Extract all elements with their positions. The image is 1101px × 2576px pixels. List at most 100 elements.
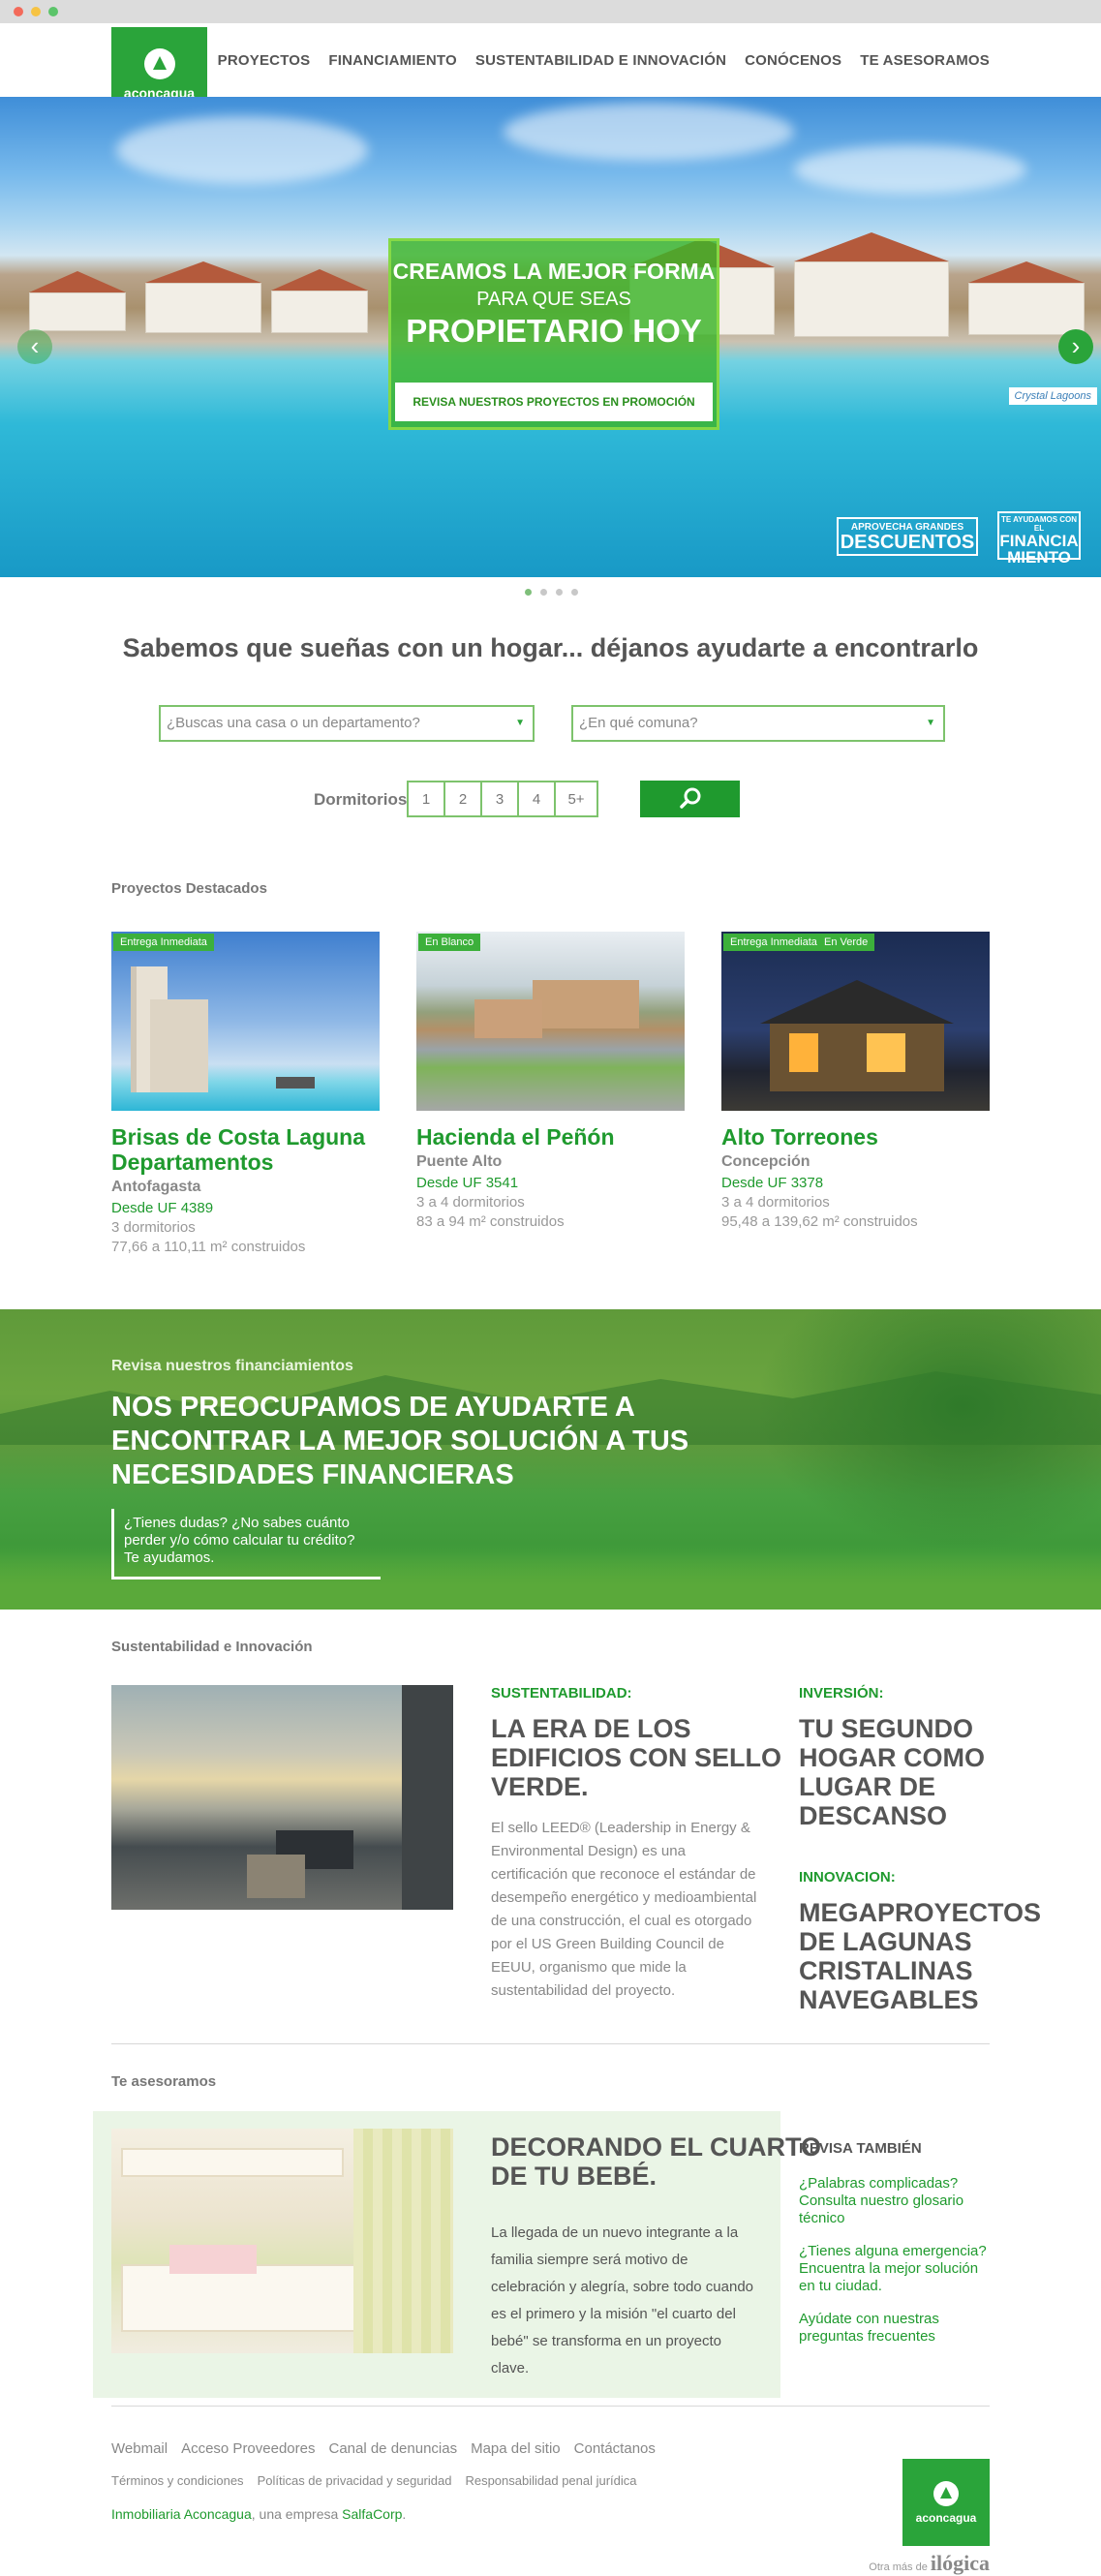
logo-mark-icon <box>933 2480 959 2506</box>
advise-headline[interactable]: DECORANDO EL CUARTO DE TU BEBÉ. <box>491 2132 821 2191</box>
bedrooms-option-2[interactable]: 2 <box>445 782 482 815</box>
tree-cluster <box>755 1309 1101 1551</box>
project-card[interactable]: Entrega Inmediata En Verde Alto Torreone… <box>721 932 990 1230</box>
commune-placeholder: ¿En qué comuna? <box>579 715 698 731</box>
footer-link-contact[interactable]: Contáctanos <box>574 2440 656 2457</box>
headline-line: DE LAGUNAS <box>799 1927 972 1956</box>
discount-badge[interactable]: APROVECHA GRANDES DESCUENTOS <box>837 517 978 556</box>
logo-mark-icon <box>143 47 175 79</box>
hero-cta-button[interactable]: REVISA NUESTROS PROYECTOS EN PROMOCIÓN <box>395 383 713 421</box>
footer-link-webmail[interactable]: Webmail <box>111 2440 168 2457</box>
commune-select[interactable]: ¿En qué comuna? ▼ <box>571 705 945 742</box>
project-card[interactable]: Entrega Inmediata Brisas de Costa Laguna… <box>111 932 380 1255</box>
financing-badge-main-1: FINANCIA <box>999 532 1079 550</box>
close-dot[interactable] <box>14 7 23 16</box>
project-image[interactable]: Entrega Inmediata <box>111 932 380 1111</box>
project-price: Desde UF 3541 <box>416 1175 519 1191</box>
bedrooms-option-1[interactable]: 1 <box>409 782 445 815</box>
glossary-link[interactable]: ¿Palabras complicadas? Consulta nuestro … <box>799 2175 993 2227</box>
footer-link-terms[interactable]: Términos y condiciones <box>111 2473 244 2488</box>
company-link[interactable]: Inmobiliaria Aconcagua <box>111 2506 252 2522</box>
footer-links-primary: Webmail Acceso Proveedores Canal de denu… <box>111 2440 656 2457</box>
slider-next-button[interactable]: › <box>1058 329 1093 364</box>
maximize-dot[interactable] <box>48 7 58 16</box>
nav-financiamiento[interactable]: FINANCIAMIENTO <box>328 52 457 69</box>
sustainability-headline[interactable]: LA ERA DE LOS EDIFICIOS CON SELLO VERDE. <box>491 1714 781 1801</box>
agency-credit[interactable]: Otra más de ilógica <box>869 2551 990 2576</box>
tower-shape <box>150 999 208 1092</box>
financing-badge[interactable]: TE AYUDAMOS CON EL FINANCIA MIENTO <box>997 511 1081 566</box>
cloud <box>116 116 368 184</box>
project-image[interactable]: En Blanco <box>416 932 685 1111</box>
footer-links-legal: Términos y condiciones Políticas de priv… <box>111 2473 637 2488</box>
search-tagline: Sabemos que sueñas con un hogar... déjan… <box>122 633 979 662</box>
footer-link-denuncias[interactable]: Canal de denuncias <box>328 2440 457 2457</box>
emergency-link[interactable]: ¿Tienes alguna emergencia? Encuentra la … <box>799 2243 993 2295</box>
status-badge: Entrega Inmediata <box>113 934 214 951</box>
headline-line: TU SEGUNDO <box>799 1714 974 1743</box>
hero-promo-box: CREAMOS LA MEJOR FORMA PARA QUE SEAS PRO… <box>388 238 719 430</box>
headline-line: NAVEGABLES <box>799 1985 979 2014</box>
also-see-links: ¿Palabras complicadas? Consulta nuestro … <box>799 2175 993 2361</box>
sustainability-image[interactable] <box>111 1685 453 1910</box>
nav-conocenos[interactable]: CONÓCENOS <box>745 52 841 69</box>
search-button[interactable] <box>640 781 740 817</box>
bedrooms-option-3[interactable]: 3 <box>482 782 519 815</box>
project-area: 95,48 a 139,62 m² construidos <box>721 1213 918 1230</box>
project-name[interactable]: Hacienda el Peñón <box>416 1124 685 1150</box>
bed-shape <box>121 2264 373 2332</box>
finance-headline-line: NECESIDADES FINANCIERAS <box>111 1459 514 1490</box>
bedrooms-label: Dormitorios <box>314 790 408 809</box>
sofa-shape <box>247 1855 305 1898</box>
sustainability-kicker: SUSTENTABILIDAD: <box>491 1685 632 1702</box>
innovation-kicker: INNOVACION: <box>799 1869 896 1886</box>
minimize-dot[interactable] <box>31 7 41 16</box>
headline-line: HOGAR COMO <box>799 1743 985 1772</box>
slider-dot[interactable] <box>571 589 578 596</box>
lit-window <box>867 1033 905 1072</box>
footer-logo[interactable]: aconcagua <box>902 2459 990 2546</box>
credit-prefix: Otra más de <box>869 2561 928 2573</box>
slider-dot[interactable] <box>525 589 532 596</box>
slider-prev-button[interactable]: ‹ <box>17 329 52 364</box>
footer-link-privacy[interactable]: Políticas de privacidad y seguridad <box>258 2473 452 2488</box>
finance-help-link[interactable]: ¿Tienes dudas? ¿No sabes cuánto perder y… <box>111 1509 381 1579</box>
credit-brand: ilógica <box>930 2551 990 2575</box>
status-badge: En Blanco <box>418 934 481 951</box>
group-link[interactable]: SalfaCorp <box>342 2506 402 2522</box>
innovation-headline[interactable]: MEGAPROYECTOS DE LAGUNAS CRISTALINAS NAV… <box>799 1898 1041 2014</box>
nav-proyectos[interactable]: PROYECTOS <box>218 52 311 69</box>
bedrooms-option-5plus[interactable]: 5+ <box>556 782 596 815</box>
slider-dot[interactable] <box>540 589 547 596</box>
building-shape <box>276 1077 315 1089</box>
headline-line: EDIFICIOS CON SELLO <box>491 1743 782 1772</box>
status-badge: Entrega Inmediata <box>723 934 824 951</box>
project-name[interactable]: Alto Torreones <box>721 1124 990 1150</box>
house-shape <box>533 980 639 1028</box>
project-name[interactable]: Brisas de Costa Laguna Departamentos <box>111 1124 380 1175</box>
search-icon <box>679 787 700 809</box>
hero-line-2: PARA QUE SEAS <box>476 289 631 310</box>
chevron-down-icon: ▼ <box>926 718 935 728</box>
investment-headline[interactable]: TU SEGUNDO HOGAR COMO LUGAR DE DESCANSO <box>799 1714 985 1830</box>
advise-image[interactable] <box>111 2129 453 2353</box>
slider-dot[interactable] <box>556 589 563 596</box>
faq-link[interactable]: Ayúdate con nuestras preguntas frecuente… <box>799 2311 993 2346</box>
project-image[interactable]: Entrega Inmediata En Verde <box>721 932 990 1111</box>
company-text: , una empresa <box>251 2506 343 2522</box>
footer-link-sitemap[interactable]: Mapa del sitio <box>471 2440 561 2457</box>
project-city: Concepción <box>721 1153 810 1170</box>
divider <box>111 2043 990 2044</box>
house-shape <box>474 999 542 1038</box>
project-card[interactable]: En Blanco Hacienda el Peñón Puente Alto … <box>416 932 685 1230</box>
featured-title: Proyectos Destacados <box>111 880 267 897</box>
footer-link-liability[interactable]: Responsabilidad penal jurídica <box>465 2473 636 2488</box>
advise-body: La llegada de un nuevo integrante a la f… <box>491 2224 754 2377</box>
nav-sustentabilidad[interactable]: SUSTENTABILIDAD E INNOVACIÓN <box>475 52 726 69</box>
bedrooms-option-4[interactable]: 4 <box>519 782 556 815</box>
nav-te-asesoramos[interactable]: TE ASESORAMOS <box>860 52 990 69</box>
project-rooms: 3 a 4 dormitorios <box>721 1194 830 1211</box>
property-type-select[interactable]: ¿Buscas una casa o un departamento? ▼ <box>159 705 535 742</box>
sustainability-body: El sello LEED® (Leadership in Energy & E… <box>491 1820 757 1999</box>
footer-link-proveedores[interactable]: Acceso Proveedores <box>181 2440 315 2457</box>
